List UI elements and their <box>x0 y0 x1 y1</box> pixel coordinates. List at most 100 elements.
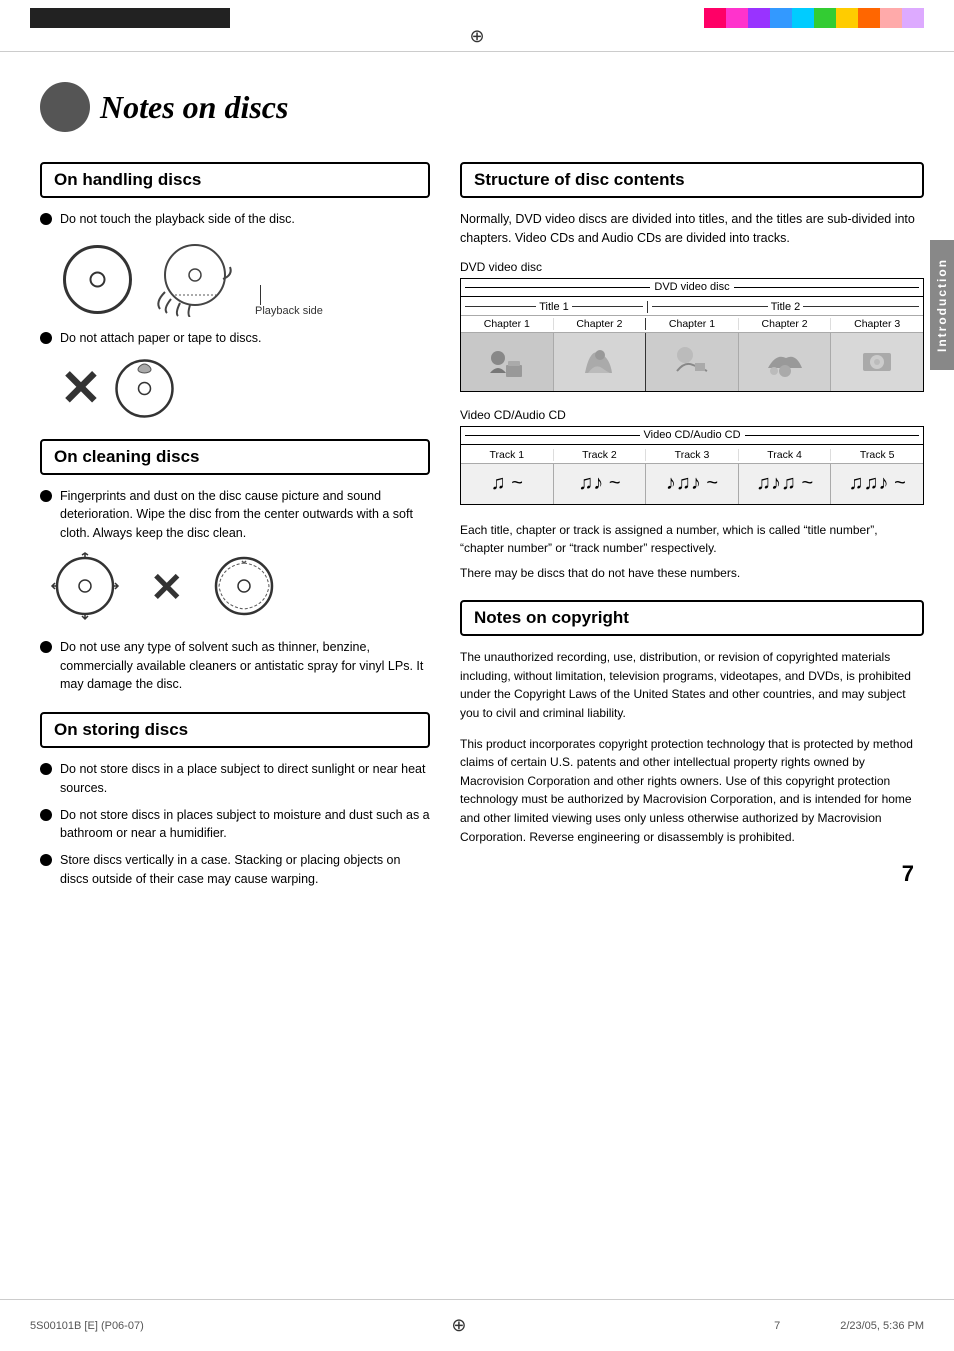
title2-right-line <box>803 306 919 307</box>
thumb4-svg <box>766 343 804 381</box>
dvd-chapters-row: Chapter 1 Chapter 2 Chapter 1 Chapter 2 … <box>461 316 923 333</box>
color-seg-4 <box>770 8 792 28</box>
vcd-diagram: Video CD/Audio CD Video CD/Audio CD Trac… <box>460 408 924 505</box>
disc-circle-svg <box>60 242 135 317</box>
top-bar: ⊕ <box>0 0 954 52</box>
copyright-section-header: Notes on copyright <box>460 600 924 636</box>
dvd-thumb-4 <box>739 333 832 391</box>
handling-bullet-1-text: Do not touch the playback side of the di… <box>60 210 295 229</box>
bottom-crosshair: ⊕ <box>451 1315 466 1336</box>
header-line-left <box>465 287 650 288</box>
dvd-ch4: Chapter 2 <box>739 318 832 330</box>
dvd-title1-label: Title 1 <box>539 301 569 313</box>
top-bar-black-decoration <box>30 8 230 28</box>
dvd-ch5: Chapter 3 <box>831 318 923 330</box>
small-disc-tape-svg <box>112 356 177 421</box>
color-seg-2 <box>726 8 748 28</box>
handling-content: Do not touch the playback side of the di… <box>40 210 430 421</box>
page-title: Notes on discs <box>100 89 288 126</box>
dvd-titles-row: Title 1 Title 2 <box>461 299 923 316</box>
cross-mark-icon: ✕ <box>60 363 102 413</box>
cleaning-section-header: On cleaning discs <box>40 439 430 475</box>
vcd-track1: Track 1 <box>461 449 554 461</box>
handling-section-header: On handling discs <box>40 162 430 198</box>
copyright-title: Notes on copyright <box>474 608 910 628</box>
footer-right: 2/23/05, 5:36 PM <box>840 1320 924 1332</box>
cleaning-good-svg <box>50 551 130 626</box>
bullet-dot-icon-5 <box>40 763 52 775</box>
left-column: On handling discs Do not touch the playb… <box>40 162 430 907</box>
dvd-header-bar: DVD video disc <box>461 279 923 297</box>
vcd-header-text: Video CD/Audio CD <box>644 429 741 441</box>
vcd-music-1: ♫ ~ <box>461 464 554 504</box>
page-title-wrap: Notes on discs <box>40 82 924 132</box>
vcd-music-3: ♪♫♪ ~ <box>646 464 739 504</box>
hand-disc-svg <box>145 237 245 317</box>
playback-side-label: Playback side <box>255 305 323 317</box>
copyright-para1: The unauthorized recording, use, distrib… <box>460 648 924 722</box>
vcd-track5: Track 5 <box>831 449 923 461</box>
page-content: Notes on discs On handling discs Do not … <box>0 52 954 947</box>
bullet-dot-icon-3 <box>40 490 52 502</box>
vcd-diagram-label: Video CD/Audio CD <box>460 408 924 422</box>
storing-bullet-3-text: Store discs vertically in a case. Stacki… <box>60 851 430 889</box>
dvd-thumb-1 <box>461 333 554 391</box>
storing-bullet-1: Do not store discs in a place subject to… <box>40 760 430 798</box>
vcd-music-row: ♫ ~ ♫♪ ~ ♪♫♪ ~ ♫♪♫ ~ ♫♫♪ ~ <box>461 464 923 504</box>
structure-description3: There may be discs that do not have thes… <box>460 564 924 583</box>
handling-bullet-2: Do not attach paper or tape to discs. <box>40 329 430 348</box>
color-seg-10 <box>902 8 924 28</box>
top-crosshair: ⊕ <box>469 26 484 47</box>
vcd-header-bar: Video CD/Audio CD <box>461 427 923 445</box>
thumb3-svg <box>673 343 711 381</box>
vcd-track4: Track 4 <box>739 449 832 461</box>
title-circle-decoration <box>40 82 90 132</box>
dvd-thumb-2 <box>554 333 647 391</box>
copyright-para2: This product incorporates copyright prot… <box>460 735 924 847</box>
bullet-dot-icon-2 <box>40 332 52 344</box>
dvd-title1: Title 1 <box>465 301 648 313</box>
handling-bullet-1: Do not touch the playback side of the di… <box>40 210 430 229</box>
handling-bullet-2-text: Do not attach paper or tape to discs. <box>60 329 262 348</box>
cleaning-bullet-2-text: Do not use any type of solvent such as t… <box>60 638 430 694</box>
structure-content: Normally, DVD video discs are divided in… <box>460 210 924 846</box>
bullet-dot-icon-7 <box>40 854 52 866</box>
vcd-header-line-left <box>465 435 640 436</box>
cleaning-title: On cleaning discs <box>54 447 416 467</box>
structure-description2: Each title, chapter or track is assigned… <box>460 521 924 558</box>
title1-right-line <box>572 306 643 307</box>
cleaning-bad-svg <box>204 551 284 626</box>
dvd-diagram-label: DVD video disc <box>460 260 924 274</box>
color-seg-5 <box>792 8 814 28</box>
dvd-header-text: DVD video disc <box>654 281 729 293</box>
vcd-diagram-box: Video CD/Audio CD Track 1 Track 2 Track … <box>460 426 924 505</box>
two-column-layout: On handling discs Do not touch the playb… <box>40 162 924 907</box>
structure-section-header: Structure of disc contents <box>460 162 924 198</box>
playback-label-area: Playback side <box>255 285 323 317</box>
right-column: Structure of disc contents Normally, DVD… <box>460 162 924 907</box>
top-bar-color-decoration <box>704 8 924 28</box>
vcd-track3: Track 3 <box>646 449 739 461</box>
cleaning-bullet-1-text: Fingerprints and dust on the disc cause … <box>60 487 430 543</box>
storing-bullet-2: Do not store discs in places subject to … <box>40 806 430 844</box>
cleaning-bullet-1: Fingerprints and dust on the disc cause … <box>40 487 430 543</box>
bottom-bar: 5S00101B [E] (P06-07) ⊕ 7 2/23/05, 5:36 … <box>0 1299 954 1351</box>
vcd-tracks-row: Track 1 Track 2 Track 3 Track 4 Track 5 <box>461 447 923 464</box>
storing-bullet-3: Store discs vertically in a case. Stacki… <box>40 851 430 889</box>
dvd-ch3: Chapter 1 <box>646 318 739 330</box>
color-seg-1 <box>704 8 726 28</box>
cleaning-illustration: ✕ <box>50 551 430 626</box>
structure-title: Structure of disc contents <box>474 170 910 190</box>
storing-bullet-2-text: Do not store discs in places subject to … <box>60 806 430 844</box>
bullet-dot-icon-6 <box>40 809 52 821</box>
header-line-right <box>734 287 919 288</box>
color-seg-6 <box>814 8 836 28</box>
vcd-music-5: ♫♫♪ ~ <box>831 464 923 504</box>
dvd-thumbnails <box>461 333 923 391</box>
storing-content: Do not store discs in a place subject to… <box>40 760 430 889</box>
thumb5-svg <box>858 343 896 381</box>
title1-left-line <box>465 306 536 307</box>
handling-title: On handling discs <box>54 170 416 190</box>
dvd-diagram-box: DVD video disc Title 1 <box>460 278 924 392</box>
page-number: 7 <box>902 861 914 887</box>
